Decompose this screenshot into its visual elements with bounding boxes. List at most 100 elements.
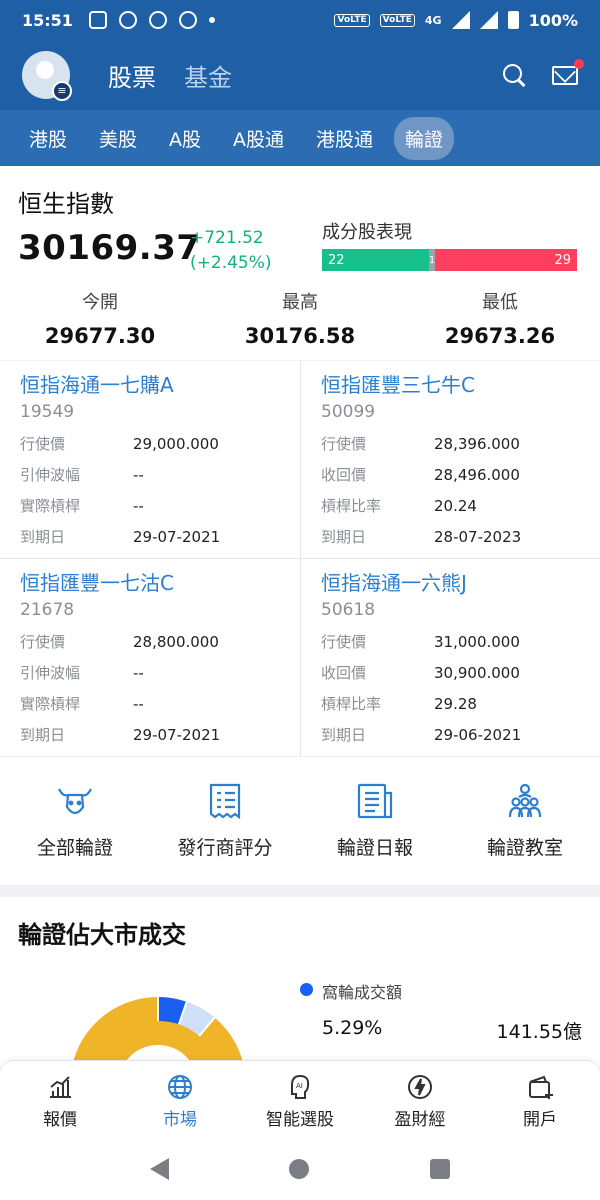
stat-label: 今開 xyxy=(82,292,118,313)
bottom-nav: 報價 市場 AI 智能選股 盈財經 開戶 xyxy=(0,1060,600,1138)
nav-ai-stock-picker[interactable]: AI 智能選股 xyxy=(240,1061,360,1138)
app-notification-icon xyxy=(118,11,137,29)
components-label: 成分股表現 xyxy=(322,222,412,243)
warrant-row: 槓桿比率 20.24 xyxy=(321,490,581,521)
subtab-warrants[interactable]: 輪證 xyxy=(394,116,455,160)
field-value: -- xyxy=(133,496,144,515)
tab-funds[interactable]: 基金 xyxy=(184,58,232,93)
warrant-row: 收回價 28,496.000 xyxy=(321,459,581,490)
back-icon[interactable] xyxy=(150,1158,170,1180)
field-label: 到期日 xyxy=(20,528,66,546)
volte-icon: VoLTE xyxy=(379,13,415,27)
action-classroom[interactable]: 輪證教室 xyxy=(450,757,600,885)
warrant-row: 槓桿比率 29.28 xyxy=(321,688,581,719)
globe-icon xyxy=(168,1075,192,1099)
change-value: +721.52 xyxy=(190,228,264,248)
nav-label: 市場 xyxy=(163,1110,197,1130)
field-label: 行使價 xyxy=(321,435,367,453)
subtab-hk[interactable]: 港股 xyxy=(18,117,78,160)
signal-icon xyxy=(451,11,470,29)
components-up: 22 xyxy=(322,249,429,271)
warrant-card[interactable]: 恒指匯豐三七牛C 50099 行使價 28,396.000 收回價 28,496.0… xyxy=(301,361,600,558)
warrant-name[interactable]: 恒指海通一六熊J xyxy=(321,567,581,596)
field-value: -- xyxy=(133,663,144,682)
field-value: 29-07-2021 xyxy=(133,527,221,546)
action-daily-report[interactable]: 輪證日報 xyxy=(300,757,450,885)
warrant-card[interactable]: 恒指海通一七購A 19549 行使價 29,000.000 引伸波幅 -- 實際槓桿… xyxy=(0,361,300,558)
battery-icon xyxy=(507,11,519,29)
signal-icon xyxy=(479,11,498,29)
subtab-a-connect[interactable]: A股通 xyxy=(222,117,295,160)
network-type: 4G xyxy=(424,13,442,27)
action-all-warrants[interactable]: 全部輪證 xyxy=(0,757,150,885)
chart-icon xyxy=(50,1076,71,1098)
nav-quotes[interactable]: 報價 xyxy=(0,1061,120,1138)
warrant-name[interactable]: 恒指海通一七購A xyxy=(20,369,280,398)
ai-icon: AI xyxy=(291,1074,310,1099)
subtab-us[interactable]: 美股 xyxy=(88,117,148,160)
share-percent: 5.29% xyxy=(322,1017,383,1039)
warrant-row: 實際槓桿 -- xyxy=(20,490,280,521)
warrant-row: 引伸波幅 -- xyxy=(20,657,280,688)
warrant-row: 行使價 31,000.000 xyxy=(321,626,581,657)
nav-finance-news[interactable]: 盈財經 xyxy=(360,1061,480,1138)
lightning-icon xyxy=(408,1075,432,1099)
section-title: 輪證佔大市成交 xyxy=(18,921,186,949)
warrant-row: 到期日 29-07-2021 xyxy=(20,521,280,552)
avatar[interactable]: ≡ xyxy=(22,51,72,101)
app-notification-icon xyxy=(148,11,167,29)
wallet-icon xyxy=(529,1075,553,1099)
nav-market[interactable]: 市場 xyxy=(120,1061,240,1138)
warrant-card[interactable]: 恒指匯豐一七沽C 21678 行使價 28,800.000 引伸波幅 -- 實際槓桿… xyxy=(0,559,300,756)
action-label: 全部輪證 xyxy=(36,837,113,859)
stat-value: 29677.30 xyxy=(44,324,156,348)
classroom-icon xyxy=(508,783,542,818)
index-change: +721.52 (+2.45%) xyxy=(190,226,272,276)
warrant-name[interactable]: 恒指匯豐三七牛C xyxy=(321,369,581,398)
quick-actions: 全部輪證 發行商評分 輪證日報 輪證教室 xyxy=(0,757,600,885)
home-icon[interactable] xyxy=(289,1159,310,1179)
unread-badge xyxy=(574,58,584,69)
field-label: 到期日 xyxy=(20,726,66,744)
market-subtabs: 港股 美股 A股 A股通 港股通 輪證 xyxy=(0,110,600,166)
warrant-row: 實際槓桿 -- xyxy=(20,688,280,719)
mail-icon[interactable] xyxy=(552,58,584,85)
index-card[interactable]: 恒生指數 30169.37 +721.52 (+2.45%) 成分股表現 22 … xyxy=(0,166,600,360)
field-value: 28-07-2023 xyxy=(434,527,522,546)
subtab-hk-connect[interactable]: 港股通 xyxy=(305,117,384,160)
warrant-code: 50099 xyxy=(321,402,376,422)
warrant-code: 21678 xyxy=(20,600,75,620)
change-percent: (+2.45%) xyxy=(190,253,272,273)
stat-low: 最低 29673.26 xyxy=(400,288,600,348)
status-time: 15:51 xyxy=(22,10,73,30)
subtab-a-share[interactable]: A股 xyxy=(158,117,212,160)
recents-icon[interactable] xyxy=(429,1159,450,1179)
rating-icon xyxy=(209,783,241,820)
warrant-row: 到期日 28-07-2023 xyxy=(321,521,581,552)
nav-label: 盈財經 xyxy=(394,1110,446,1130)
stat-open: 今開 29677.30 xyxy=(0,288,200,348)
field-value: 29-06-2021 xyxy=(434,725,522,744)
nav-label: 開戶 xyxy=(523,1110,557,1130)
gallery-icon xyxy=(88,11,107,29)
field-label: 實際槓桿 xyxy=(20,695,81,713)
warrant-row: 引伸波幅 -- xyxy=(20,459,280,490)
volte-icon: VoLTE xyxy=(334,13,370,27)
field-label: 實際槓桿 xyxy=(20,497,81,515)
action-issuer-rating[interactable]: 發行商評分 xyxy=(150,757,300,885)
index-price: 30169.37 xyxy=(18,228,201,268)
warrant-card[interactable]: 恒指海通一六熊J 50618 行使價 31,000.000 收回價 30,900.0… xyxy=(301,559,600,756)
warrant-name[interactable]: 恒指匯豐一七沽C xyxy=(20,567,280,596)
tab-stocks[interactable]: 股票 xyxy=(108,58,156,93)
field-value: 20.24 xyxy=(434,496,477,515)
field-value: 29-07-2021 xyxy=(133,725,221,744)
nav-open-account[interactable]: 開戶 xyxy=(480,1061,600,1138)
field-value: 29,000.000 xyxy=(133,434,219,453)
whatsapp-icon xyxy=(178,11,197,29)
search-icon[interactable] xyxy=(502,63,526,87)
field-value: 28,800.000 xyxy=(133,632,219,651)
field-label: 行使價 xyxy=(321,633,367,651)
field-label: 到期日 xyxy=(321,726,367,744)
field-value: 30,900.000 xyxy=(434,663,520,682)
warrant-row: 到期日 29-06-2021 xyxy=(321,719,581,750)
